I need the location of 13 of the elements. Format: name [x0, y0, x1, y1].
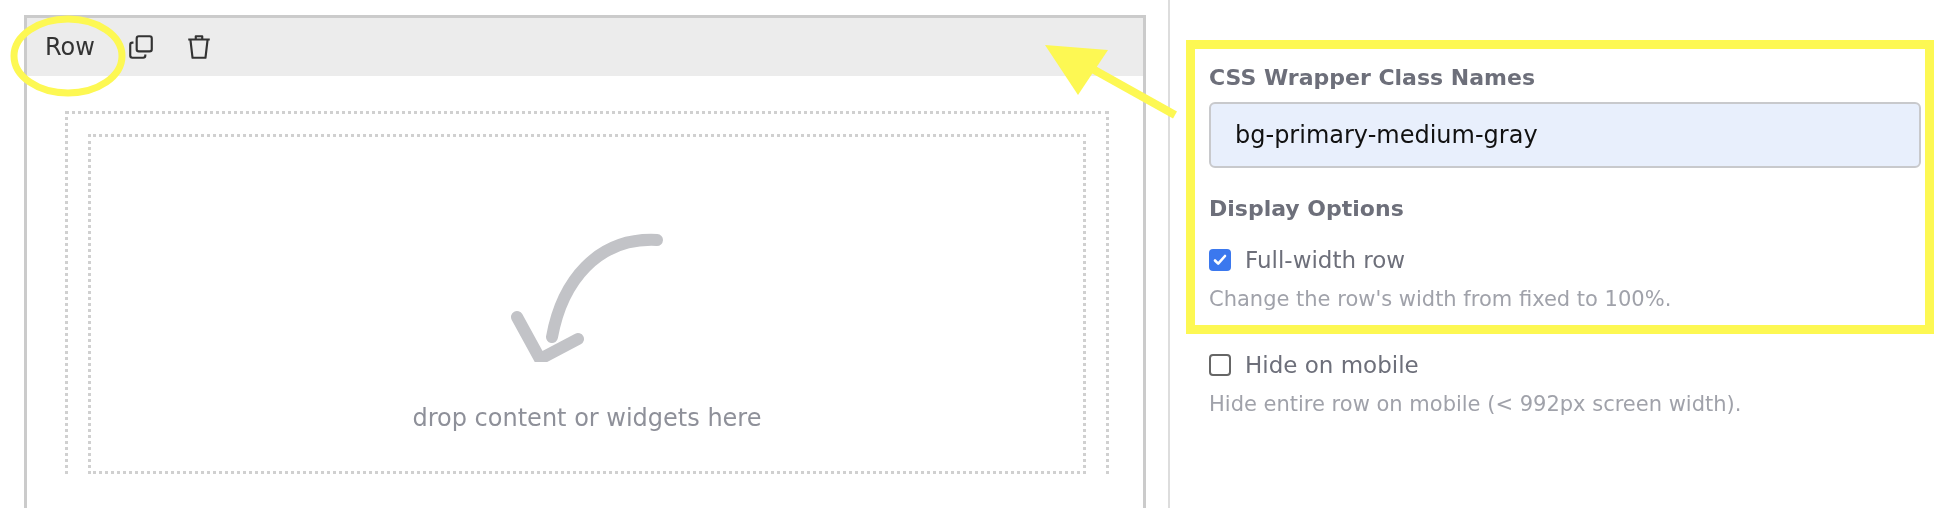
option-hint: Change the row's width from fixed to 100%.: [1209, 287, 1673, 311]
option-hint: Hide entire row on mobile (< 992px screen width).: [1209, 392, 1743, 416]
class-names-field[interactable]: bg-primary-medium-gray: [1209, 102, 1921, 168]
check-icon: [1212, 252, 1228, 268]
checkbox[interactable]: [1209, 354, 1231, 376]
duplicate-icon[interactable]: [126, 33, 155, 61]
checkbox-label[interactable]: Full-width row: [1245, 247, 1406, 273]
drop-hint: drop content or widgets here: [412, 404, 762, 432]
checkbox-label[interactable]: Hide on mobile: [1245, 352, 1419, 378]
row-label[interactable]: Row: [43, 33, 97, 61]
checkbox[interactable]: [1209, 249, 1231, 271]
section-heading: Display Options: [1209, 196, 1405, 221]
field-label: CSS Wrapper Class Names: [1209, 65, 1536, 90]
